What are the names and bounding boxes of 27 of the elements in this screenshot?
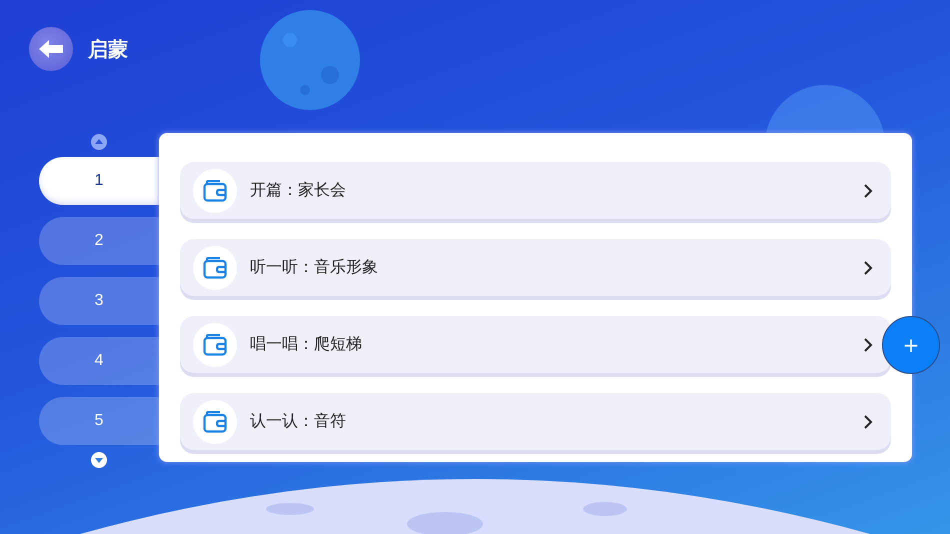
chevron-right-icon [863,260,873,276]
page-title: 启蒙 [88,36,128,62]
back-arrow-icon [38,39,64,59]
chevron-right-icon [863,182,873,198]
chevron-right-icon [863,414,873,430]
wallet-icon [193,400,237,444]
wallet-icon [193,322,237,366]
lesson-item[interactable]: 认一认：音符 [180,393,891,450]
lesson-item[interactable]: 开篇：家长会 [180,162,891,219]
lesson-title: 开篇：家长会 [250,180,347,201]
page-tab[interactable]: 5 [39,397,159,445]
lesson-title: 认一认：音符 [250,411,347,432]
page-tab[interactable]: 4 [39,337,159,385]
lesson-title: 听一听：音乐形象 [250,257,379,278]
lesson-item[interactable]: 唱一唱：爬短梯 [180,316,891,373]
chevron-right-icon [863,336,873,352]
wallet-icon [193,168,237,212]
lesson-title: 唱一唱：爬短梯 [250,334,363,355]
scroll-down-icon[interactable] [90,452,106,468]
lesson-item[interactable]: 听一听：音乐形象 [180,239,891,296]
page-tab[interactable]: 3 [39,277,159,325]
wallet-icon [193,246,237,290]
page-tab[interactable]: 2 [39,217,159,265]
page-tab[interactable]: 1 [39,157,159,205]
scroll-up-icon[interactable] [90,134,106,150]
back-button[interactable] [29,27,73,71]
add-button[interactable]: + [882,316,940,374]
